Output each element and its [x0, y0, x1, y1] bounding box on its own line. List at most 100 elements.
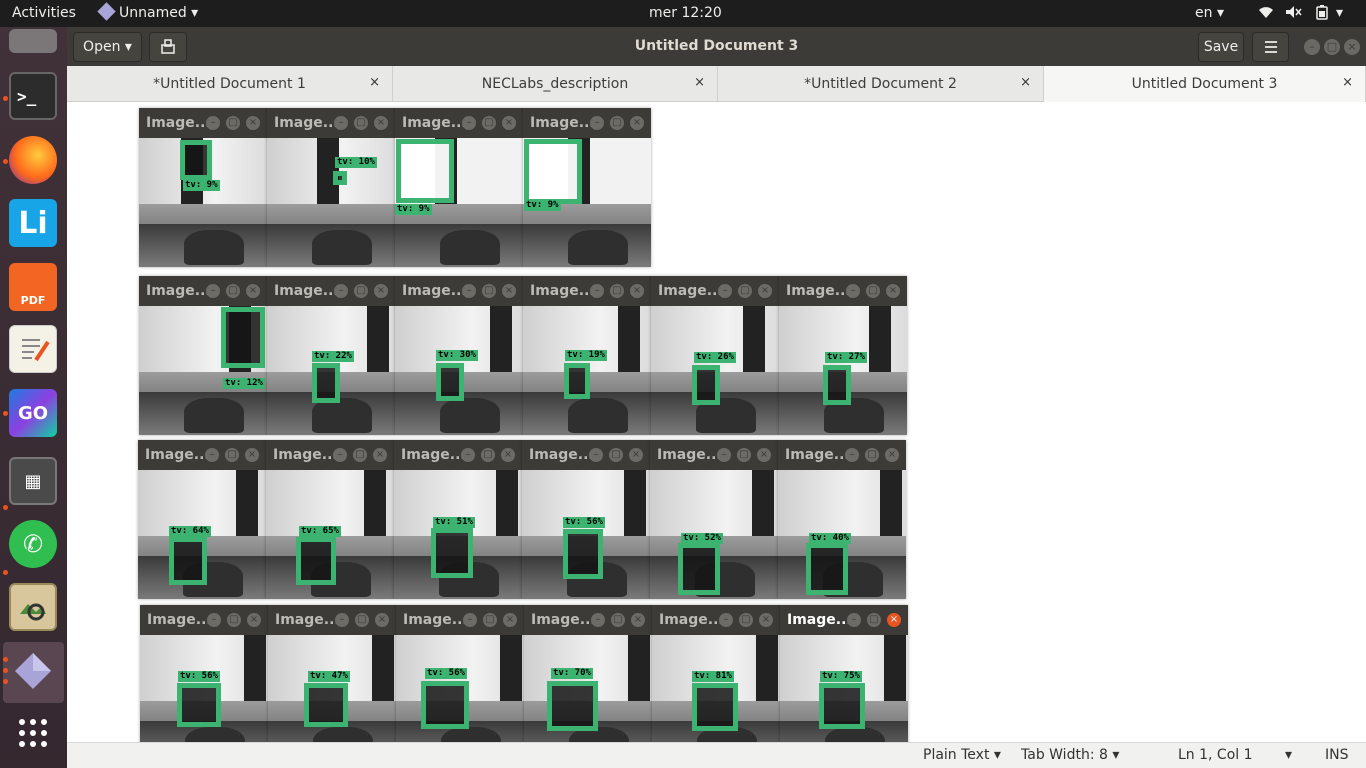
minimize-button[interactable]: – — [206, 284, 220, 298]
close-button[interactable]: × — [629, 448, 643, 462]
minimize-button[interactable]: – — [846, 284, 860, 298]
calculator-icon[interactable]: ▦ — [9, 457, 57, 505]
image-window[interactable]: Image... – □ × tv: 19% — [523, 276, 651, 435]
image-window[interactable]: Image... – □ × tv: 9% — [523, 108, 651, 267]
maximize-button[interactable]: □ — [610, 116, 624, 130]
maximize-button[interactable]: □ — [355, 613, 369, 627]
language-selector[interactable]: Plain Text ▾ — [923, 747, 1001, 763]
minimize-button[interactable]: – — [845, 448, 859, 462]
minimize-button[interactable]: – — [463, 613, 477, 627]
files-icon[interactable] — [9, 29, 57, 53]
image-window[interactable]: Image... – □ × tv: 56% — [396, 605, 524, 764]
image-window[interactable]: Image... – □ × tv: 56% — [522, 440, 650, 599]
minimize-button[interactable]: – — [1304, 39, 1320, 55]
close-button[interactable]: × — [374, 116, 388, 130]
maximize-button[interactable]: □ — [482, 116, 496, 130]
close-button[interactable]: × — [246, 284, 260, 298]
image-window[interactable]: Image... – □ × tv: 27% — [779, 276, 907, 435]
maximize-button[interactable]: □ — [226, 116, 240, 130]
image-window[interactable]: Image... – □ × tv: 47% — [268, 605, 396, 764]
maximize-button[interactable]: □ — [227, 613, 241, 627]
maximize-button[interactable]: □ — [866, 284, 880, 298]
wifi-icon[interactable] — [1258, 5, 1274, 23]
close-button[interactable]: × — [373, 448, 387, 462]
goland-icon[interactable]: GO — [9, 389, 57, 437]
show-applications-icon[interactable] — [9, 709, 57, 757]
image-window[interactable]: Image... – □ × tv: 12% — [139, 276, 267, 435]
close-button[interactable]: × — [247, 613, 261, 627]
close-button[interactable]: × — [502, 116, 516, 130]
image-window[interactable]: Image... – □ × tv: 56% — [140, 605, 268, 764]
minimize-button[interactable]: – — [718, 284, 732, 298]
new-document-button[interactable] — [149, 32, 187, 62]
firefox-icon[interactable] — [9, 136, 57, 184]
close-button[interactable]: × — [885, 448, 899, 462]
close-button[interactable]: × — [758, 284, 772, 298]
close-tab-icon[interactable]: × — [1342, 75, 1353, 90]
minimize-button[interactable]: – — [207, 613, 221, 627]
minimize-button[interactable]: – — [717, 448, 731, 462]
tab-untitled-document-3[interactable]: Untitled Document 3 × — [1044, 66, 1366, 102]
tab-neclabs-description[interactable]: NECLabs_description × — [393, 66, 718, 102]
maximize-button[interactable]: □ — [610, 284, 624, 298]
minimize-button[interactable]: – — [462, 284, 476, 298]
minimize-button[interactable]: – — [462, 116, 476, 130]
close-window-button[interactable]: × — [1344, 39, 1360, 55]
language-menu[interactable]: en ▾ — [1195, 5, 1224, 21]
image-window[interactable]: Image... – □ × tv: 22% — [267, 276, 395, 435]
close-button[interactable]: × — [503, 613, 517, 627]
image-viewer-icon[interactable] — [9, 583, 57, 631]
tab-untitled-document-2[interactable]: *Untitled Document 2 × — [718, 66, 1044, 102]
image-window[interactable]: Image... – □ × tv: 75% — [780, 605, 908, 764]
close-button[interactable]: × — [246, 116, 260, 130]
minimize-button[interactable]: – — [590, 284, 604, 298]
maximize-button[interactable]: □ — [1324, 39, 1340, 55]
text-editor-icon[interactable] — [9, 325, 57, 373]
maximize-button[interactable]: □ — [865, 448, 879, 462]
minimize-button[interactable]: – — [461, 448, 475, 462]
image-window[interactable]: Image... – □ × tv: 40% — [778, 440, 906, 599]
maximize-button[interactable]: □ — [482, 284, 496, 298]
close-tab-icon[interactable]: × — [369, 75, 380, 90]
maximize-button[interactable]: □ — [483, 613, 497, 627]
maximize-button[interactable]: □ — [481, 448, 495, 462]
tab-untitled-document-1[interactable]: *Untitled Document 1 × — [67, 66, 393, 102]
image-window[interactable]: Image... – □ × tv: 26% — [651, 276, 779, 435]
minimize-button[interactable]: – — [590, 116, 604, 130]
minimize-button[interactable]: – — [589, 448, 603, 462]
maximize-button[interactable]: □ — [225, 448, 239, 462]
close-button[interactable]: × — [887, 613, 901, 627]
image-window[interactable]: Image... – □ × tv: 65% — [266, 440, 394, 599]
close-tab-icon[interactable]: × — [694, 75, 705, 90]
close-button[interactable]: × — [245, 448, 259, 462]
image-window[interactable]: Image... – □ × tv: 52% — [650, 440, 778, 599]
close-button[interactable]: × — [375, 613, 389, 627]
battery-icon[interactable] — [1316, 5, 1328, 24]
open-button[interactable]: Open ▾ — [73, 32, 142, 62]
image-window[interactable]: Image... – □ × tv: 51% — [394, 440, 522, 599]
close-button[interactable]: × — [374, 284, 388, 298]
minimize-button[interactable]: – — [334, 116, 348, 130]
image-window[interactable]: Image... – □ × tv: 81% — [652, 605, 780, 764]
maximize-button[interactable]: □ — [609, 448, 623, 462]
minimize-button[interactable]: – — [206, 116, 220, 130]
image-window[interactable]: Image... – □ × tv: 10% — [267, 108, 395, 267]
image-window[interactable]: Image... – □ × tv: 9% — [395, 108, 523, 267]
close-tab-icon[interactable]: × — [1020, 75, 1031, 90]
volume-icon[interactable] — [1285, 5, 1303, 23]
maximize-button[interactable]: □ — [354, 116, 368, 130]
minimize-button[interactable]: – — [205, 448, 219, 462]
chevron-down-icon[interactable]: ▾ — [1285, 747, 1292, 763]
minimize-button[interactable]: – — [334, 284, 348, 298]
maximize-button[interactable]: □ — [353, 448, 367, 462]
close-button[interactable]: × — [502, 284, 516, 298]
close-button[interactable]: × — [757, 448, 771, 462]
maximize-button[interactable]: □ — [738, 284, 752, 298]
vscode-icon[interactable] — [9, 647, 57, 695]
foxit-pdf-icon[interactable]: PDF — [9, 263, 57, 311]
maximize-button[interactable]: □ — [611, 613, 625, 627]
close-button[interactable]: × — [631, 613, 645, 627]
libreoffice-icon[interactable]: Li — [9, 199, 57, 247]
hamburger-menu-button[interactable] — [1252, 32, 1289, 62]
minimize-button[interactable]: – — [333, 448, 347, 462]
